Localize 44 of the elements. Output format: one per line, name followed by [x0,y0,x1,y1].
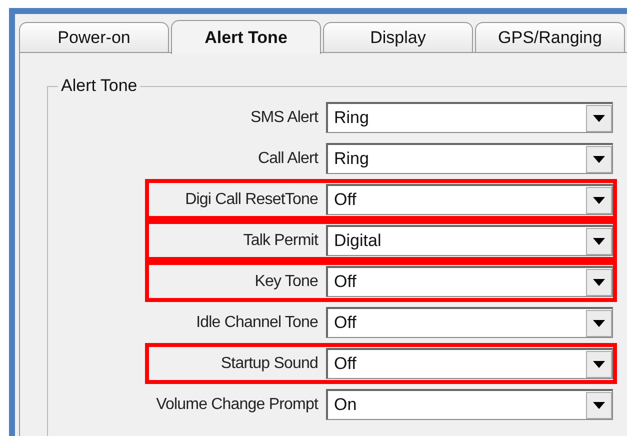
field-label: Idle Channel Tone [195,314,318,332]
dropdown[interactable]: Ring [326,143,613,174]
caret-icon [593,360,605,368]
field-label: Key Tone [254,272,318,290]
dropdown-button[interactable] [586,268,612,296]
tab[interactable]: Power-on [19,22,169,52]
dropdown-button[interactable] [586,392,612,418]
tab[interactable]: GPS/Ranging [475,22,625,52]
field-label: Volume Change Prompt [155,396,318,414]
field-label: Startup Sound [220,354,318,372]
dropdown-button[interactable] [586,310,612,336]
caret-icon [593,156,605,162]
dropdown-value: Off [333,313,356,333]
field-label: Call Alert [256,150,318,168]
field-label: Talk Permit [242,232,318,250]
caret-icon [593,196,605,204]
dropdown-value: Ring [333,108,369,128]
dropdown-button[interactable] [586,186,612,214]
caret-icon [593,278,605,286]
dropdown-button[interactable] [586,350,612,378]
field-label: SMS Alert [249,108,318,126]
caret-icon [593,320,605,326]
dropdown-value: On [333,395,357,415]
tab[interactable]: Alert Tone [171,20,321,54]
dropdown-value: Ring [333,149,369,169]
dropdown-value: Off [333,272,356,292]
dropdown[interactable]: Digital [326,225,613,256]
dropdown[interactable]: On [326,389,613,420]
caret-icon [593,114,605,122]
dropdown-button[interactable] [586,228,612,254]
dropdown[interactable]: Off [326,348,613,379]
dropdown-button[interactable] [586,146,612,172]
dropdown[interactable]: Off [326,307,613,338]
dropdown[interactable]: Off [326,266,613,297]
dropdown-value: Digital [333,231,382,251]
dropdown-value: Off [333,190,356,210]
dropdown-value: Off [333,354,356,374]
dropdown[interactable]: Ring [326,102,613,133]
caret-icon [593,402,605,408]
tab[interactable]: Display [323,22,473,52]
dropdown-button[interactable] [586,104,612,132]
caret-icon [593,238,605,244]
field-label: Digi Call ResetTone [184,190,318,208]
dropdown[interactable]: Off [326,184,613,215]
